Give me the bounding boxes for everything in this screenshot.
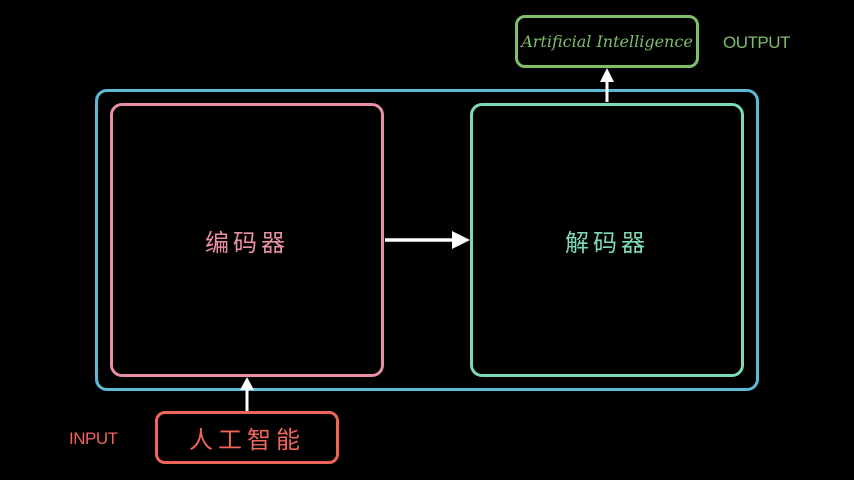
- output-text: Artificial Intelligence: [521, 32, 693, 51]
- output-box: Artificial Intelligence: [515, 15, 699, 68]
- input-tag: INPUT: [69, 429, 118, 448]
- input-text: 人工智能: [189, 426, 305, 454]
- decoder-label: 解码器: [565, 228, 649, 257]
- decoder-box: 解码器: [470, 103, 744, 377]
- output-tag: OUTPUT: [723, 33, 790, 52]
- input-box: 人工智能: [155, 411, 339, 464]
- encoder-box: 编码器: [110, 103, 384, 377]
- encoder-label: 编码器: [205, 228, 289, 257]
